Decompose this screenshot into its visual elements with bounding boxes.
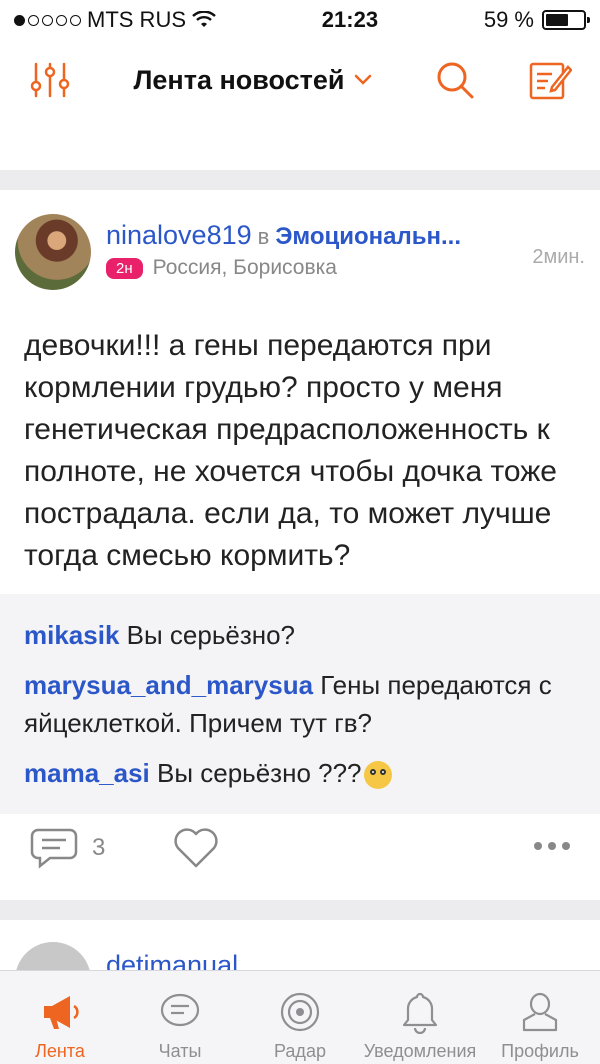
avatar[interactable] bbox=[15, 942, 91, 970]
more-options-icon[interactable] bbox=[534, 842, 570, 850]
comment-user[interactable]: marysua_and_marysua bbox=[24, 670, 313, 700]
tab-chats[interactable]: Чаты bbox=[120, 971, 240, 1064]
post-meta: 2н Россия, Борисовка bbox=[106, 256, 337, 280]
profile-icon bbox=[522, 992, 558, 1032]
post-divider bbox=[0, 170, 600, 190]
battery-icon bbox=[542, 10, 590, 30]
comment-text: Вы серьёзно ??? bbox=[157, 758, 362, 788]
battery-percent: 59 % bbox=[483, 7, 534, 32]
post-card[interactable]: ninalove819 в Эмоциональн... 2мин. 2н Росс… bbox=[0, 190, 600, 869]
tab-label: Лента bbox=[35, 1041, 85, 1061]
author-name[interactable]: ninalove819 bbox=[106, 220, 252, 250]
nav-bar: Лента новостей bbox=[0, 40, 600, 120]
comment-bubble-icon bbox=[30, 828, 78, 869]
comment-text: Вы серьёзно? bbox=[126, 620, 296, 650]
clock: 21:23 bbox=[321, 7, 379, 32]
comments-button[interactable]: 3 bbox=[30, 826, 105, 870]
radar-icon bbox=[280, 992, 320, 1032]
in-label: в bbox=[257, 224, 270, 249]
previous-post-tail bbox=[0, 120, 600, 170]
carrier-label: MTS RUS bbox=[87, 7, 186, 32]
avatar[interactable] bbox=[15, 214, 91, 290]
filter-sliders-icon[interactable] bbox=[28, 60, 72, 100]
tab-notifications[interactable]: Уведомления bbox=[360, 971, 480, 1064]
tab-feed[interactable]: Лента bbox=[0, 971, 120, 1064]
status-bar: MTS RUS 21:23 59 % bbox=[0, 0, 600, 40]
status-bar-left: MTS RUS bbox=[14, 7, 216, 33]
post-divider bbox=[0, 900, 600, 920]
tab-label: Профиль bbox=[501, 1041, 579, 1061]
comment[interactable]: mikasik Вы серьёзно? bbox=[0, 616, 319, 654]
search-icon[interactable] bbox=[434, 59, 476, 101]
wifi-icon bbox=[192, 11, 216, 27]
group-name[interactable]: Эмоциональн... bbox=[275, 223, 461, 250]
comment-user[interactable]: mama_asi bbox=[24, 758, 150, 788]
page-title: Лента новостей bbox=[133, 64, 345, 95]
tab-radar[interactable]: Радар bbox=[240, 971, 360, 1064]
comments-preview[interactable]: mikasik Вы серьёзно? marysua_and_marysua… bbox=[0, 594, 600, 814]
post-author-line: ninalove819 в Эмоциональн... bbox=[106, 220, 461, 251]
post-header: ninalove819 в Эмоциональн... 2мин. 2н Росс… bbox=[0, 190, 600, 300]
tab-bar: Лента Чаты Радар Уведомления Профиль bbox=[0, 970, 600, 1064]
megaphone-icon bbox=[44, 996, 79, 1029]
comment[interactable]: marysua_and_marysua Гены передаются с яй… bbox=[0, 666, 600, 742]
location: Россия, Борисовка bbox=[152, 256, 337, 279]
flushed-face-emoji-icon bbox=[363, 761, 392, 790]
tab-label: Радар bbox=[274, 1041, 326, 1061]
post-card[interactable]: detimanual bbox=[0, 922, 600, 970]
post-actions: 3 bbox=[0, 820, 600, 880]
child-age-badge: 2н bbox=[106, 257, 143, 279]
post-text: девочки!!! а гены передаются при кормлен… bbox=[24, 329, 557, 572]
compose-icon[interactable] bbox=[528, 59, 572, 101]
author-name[interactable]: detimanual bbox=[106, 950, 238, 970]
tab-profile[interactable]: Профиль bbox=[480, 971, 600, 1064]
comment-user[interactable]: mikasik bbox=[24, 620, 119, 650]
tab-label: Чаты bbox=[158, 1041, 202, 1061]
feed-selector[interactable]: Лента новостей bbox=[133, 65, 372, 96]
post-time: 2мин. bbox=[532, 246, 585, 268]
nav-right bbox=[434, 59, 572, 101]
tab-label: Уведомления bbox=[363, 1041, 477, 1061]
signal-icon bbox=[14, 14, 81, 26]
bell-icon bbox=[402, 992, 438, 1034]
chat-bubble-icon bbox=[160, 993, 200, 1027]
heart-icon[interactable] bbox=[172, 826, 220, 870]
comment-count: 3 bbox=[92, 834, 106, 861]
status-bar-right: 59 % bbox=[483, 7, 590, 33]
comment[interactable]: mama_asi Вы серьёзно ??? bbox=[0, 754, 416, 792]
chevron-down-icon bbox=[354, 74, 371, 85]
